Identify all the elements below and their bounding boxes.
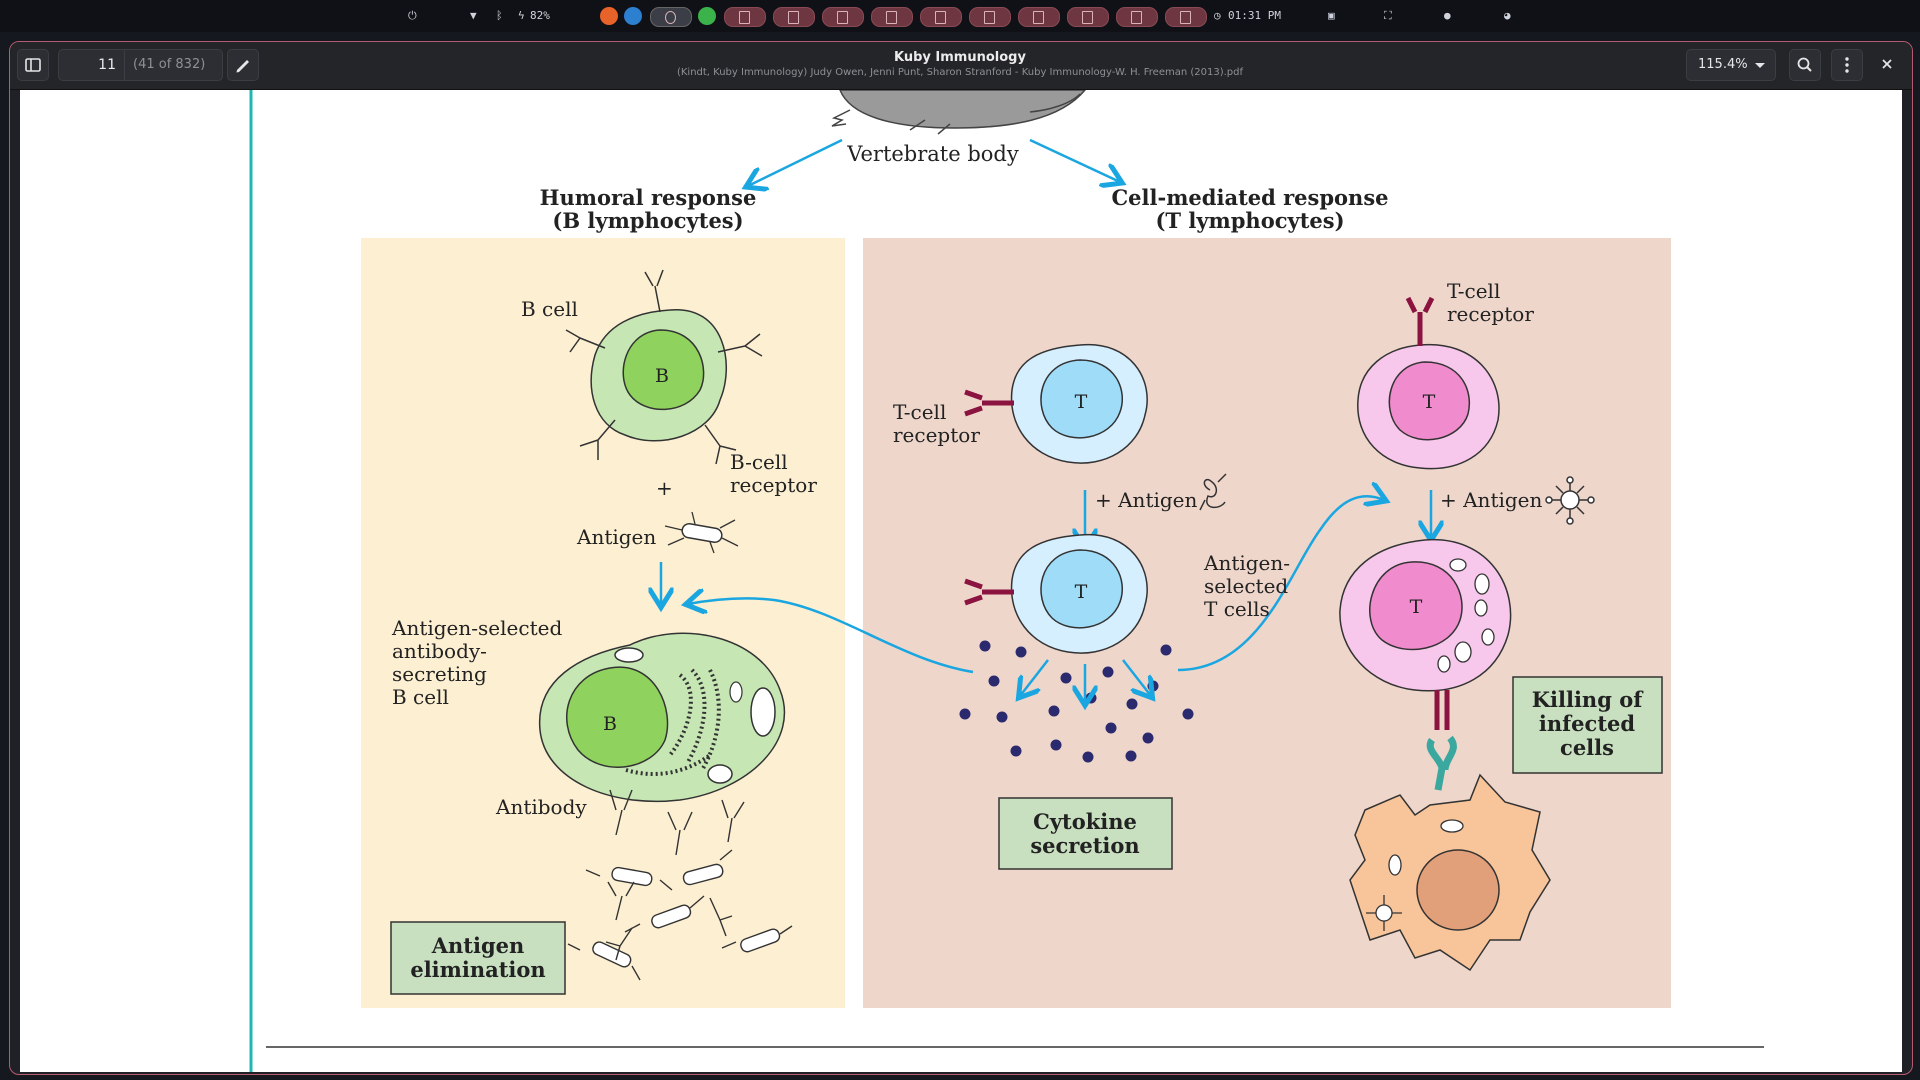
- figure-canvas: Vertebrate body Humoral response (B lymp…: [249, 89, 1764, 1072]
- document-window-pill[interactable]: [724, 7, 766, 27]
- sidebar-toggle-button[interactable]: [17, 49, 49, 81]
- humoral-heading: Humoral response: [540, 185, 757, 210]
- battery-level: 82%: [530, 9, 550, 22]
- activated-cytotoxic-letter: T: [1410, 596, 1423, 618]
- page-navigator[interactable]: 11 (41 of 832): [58, 49, 223, 81]
- document-window-pill[interactable]: [1116, 7, 1158, 27]
- menu-button[interactable]: [1831, 49, 1863, 81]
- tcr1-label-line1: T-cell: [893, 400, 946, 424]
- antigen-label: Antigen: [576, 525, 656, 549]
- arrow-to-cell-mediated: [1029, 138, 1120, 182]
- zoom-level: 115.4%: [1698, 57, 1748, 72]
- t-helper-letter: T: [1075, 391, 1088, 413]
- app-pill-active[interactable]: [650, 7, 692, 27]
- cytokine-line2: secretion: [1030, 833, 1139, 858]
- page-number-input[interactable]: 11: [59, 50, 125, 80]
- search-icon: [1797, 57, 1812, 72]
- clock-icon: ◷: [1214, 9, 1221, 22]
- plus-sign: +: [656, 476, 673, 500]
- firefox-icon[interactable]: [600, 7, 618, 25]
- vscode-icon[interactable]: [624, 7, 642, 25]
- bcr-label-line1: B-cell: [730, 450, 788, 474]
- document-window-pill[interactable]: [822, 7, 864, 27]
- t-selected-line1: Antigen-: [1203, 551, 1290, 575]
- kebab-menu-icon: [1845, 57, 1849, 73]
- cell-mediated-panel: [863, 238, 1671, 1008]
- killing-line3: cells: [1560, 735, 1614, 760]
- pdf-viewer-window: 11 (41 of 832) Kuby Immunology (Kindt, K…: [9, 41, 1913, 1075]
- antigen-elimination-line1: Antigen: [431, 933, 525, 958]
- plus-antigen-2: + Antigen: [1440, 488, 1543, 512]
- bcr-label-line2: receptor: [730, 473, 817, 497]
- tcr1-label-line2: receptor: [893, 423, 980, 447]
- plus-antigen-1: + Antigen: [1095, 488, 1198, 512]
- tcr2-label-line1: T-cell: [1447, 279, 1500, 303]
- cytotoxic-t-letter: T: [1423, 391, 1436, 413]
- sidebar-icon: [25, 58, 41, 72]
- spotify-icon[interactable]: [698, 7, 716, 25]
- document-window-pill[interactable]: [773, 7, 815, 27]
- chevron-down-icon: [1755, 63, 1765, 68]
- clipboard-icon[interactable]: ▣: [1328, 8, 1335, 24]
- zoom-dropdown[interactable]: 115.4%: [1686, 49, 1776, 81]
- killing-line1: Killing of: [1532, 687, 1644, 712]
- killing-line2: infected: [1539, 711, 1635, 736]
- mouse-illustration: [831, 89, 1087, 135]
- antigen-elimination-line2: elimination: [410, 957, 545, 982]
- wifi-icon[interactable]: ▼: [470, 8, 477, 24]
- activated-t-letter: T: [1075, 581, 1088, 603]
- color-picker-icon[interactable]: ◕: [1504, 8, 1511, 24]
- plasma-label-line1: Antigen-selected: [391, 616, 562, 640]
- vertebrate-body-label: Vertebrate body: [846, 142, 1019, 166]
- cytokine-line1: Cytokine: [1033, 809, 1137, 834]
- page-total: (41 of 832): [133, 57, 206, 72]
- system-top-bar: ⏻ ▼ ᛒ ϟ 82% ◷ 01:31 PM ▣ ⛶ ● ◕: [0, 0, 1920, 32]
- document-window-pill[interactable]: [1018, 7, 1060, 27]
- pdf-page[interactable]: Vertebrate body Humoral response (B lymp…: [20, 89, 1902, 1072]
- search-button[interactable]: [1789, 49, 1821, 81]
- t-selected-line2: selected: [1204, 574, 1288, 598]
- bluetooth-icon[interactable]: ᛒ: [496, 8, 503, 24]
- notification-icon[interactable]: ●: [1444, 8, 1451, 24]
- plasma-cell-letter: B: [603, 713, 617, 735]
- arrow-to-humoral: [748, 138, 843, 186]
- document-window-pill[interactable]: [1165, 7, 1207, 27]
- t-selected-line3: T cells: [1204, 597, 1270, 621]
- plasma-label-line4: B cell: [392, 685, 449, 709]
- screenshot-icon[interactable]: ⛶: [1384, 8, 1392, 24]
- close-icon: [1882, 59, 1892, 69]
- plasma-label-line3: secreting: [392, 662, 487, 686]
- plasma-label-line2: antibody-: [392, 639, 487, 663]
- power-icon[interactable]: ⏻: [408, 8, 417, 24]
- clock[interactable]: 01:31 PM: [1228, 8, 1281, 24]
- document-window-pill[interactable]: [969, 7, 1011, 27]
- document-filename: (Kindt, Kuby Immunology) Judy Owen, Jenn…: [676, 67, 1244, 78]
- document-title: Kuby Immunology: [894, 50, 1026, 65]
- document-title-area: Kuby Immunology (Kindt, Kuby Immunology)…: [570, 50, 1350, 80]
- battery-icon: ϟ: [518, 9, 525, 22]
- b-cell-label: B cell: [521, 297, 578, 321]
- tcr2-label-line2: receptor: [1447, 302, 1534, 326]
- document-window-pill[interactable]: [871, 7, 913, 27]
- antibody-label: Antibody: [495, 795, 587, 819]
- document-window-pill[interactable]: [1067, 7, 1109, 27]
- b-cell-letter: B: [655, 365, 669, 387]
- close-button[interactable]: [1872, 49, 1904, 81]
- cell-mediated-subheading: (T lymphocytes): [1155, 208, 1344, 233]
- annotate-button[interactable]: [227, 49, 259, 81]
- viewer-header: 11 (41 of 832) Kuby Immunology (Kindt, K…: [10, 42, 1912, 90]
- cell-mediated-heading: Cell-mediated response: [1111, 185, 1388, 210]
- pencil-icon: [236, 60, 249, 73]
- document-window-pill[interactable]: [920, 7, 962, 27]
- humoral-subheading: (B lymphocytes): [552, 208, 743, 233]
